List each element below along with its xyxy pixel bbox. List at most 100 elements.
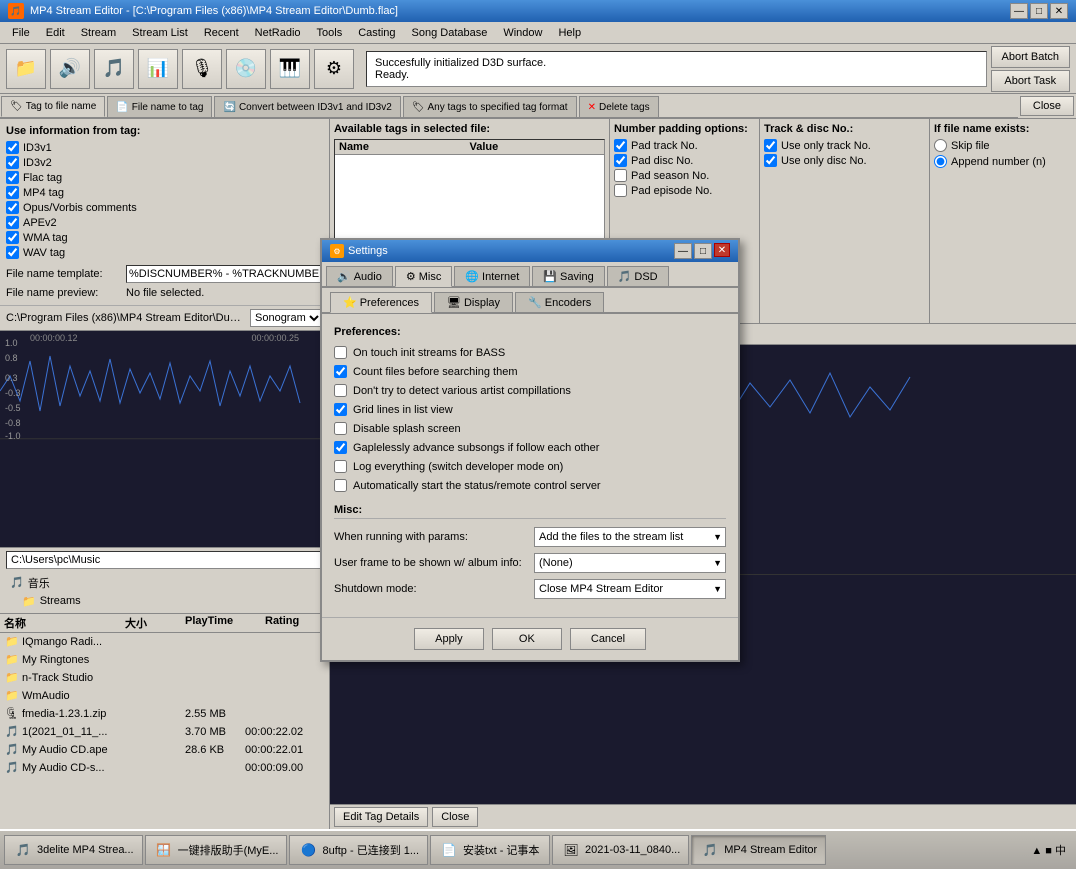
tree-item-streams[interactable]: 📁Streams: [6, 593, 323, 610]
file-row-audio1[interactable]: 🎵1(2021_01_11_...3.70 MB00:00:22.02: [0, 723, 329, 741]
params-select[interactable]: Add the files to the stream list Open fi…: [534, 527, 726, 547]
toolbar-btn-8[interactable]: ⚙: [314, 49, 354, 89]
menu-netradio[interactable]: NetRadio: [247, 25, 309, 41]
tab-file-to-tag-label: File name to tag: [132, 102, 204, 113]
menu-stream-list[interactable]: Stream List: [124, 25, 196, 41]
menu-window[interactable]: Window: [495, 25, 550, 41]
dialog-tab-audio[interactable]: 🔊Audio: [326, 266, 393, 286]
pref-cb-7[interactable]: [334, 479, 347, 492]
toolbar-btn-7[interactable]: 🎹: [270, 49, 310, 89]
taskbar-label-screenshot: 2021-03-11_0840...: [585, 844, 680, 856]
dialog-close-button[interactable]: ✕: [714, 243, 730, 257]
toolbar-btn-3[interactable]: 🎵: [94, 49, 134, 89]
cb-pad-season[interactable]: [614, 169, 627, 182]
abort-task-button[interactable]: Abort Task: [991, 70, 1070, 92]
toolbar-btn-1[interactable]: 📁: [6, 49, 46, 89]
menu-help[interactable]: Help: [550, 25, 589, 41]
menu-file[interactable]: File: [4, 25, 38, 41]
file-row-iqmango[interactable]: 📁IQmango Radi...: [0, 633, 329, 651]
taskbar-btn-3delite[interactable]: 🎵 3delite MP4 Strea...: [4, 835, 143, 865]
shutdown-select[interactable]: Close MP4 Stream Editor Hibernate Shutdo…: [534, 579, 726, 599]
dialog-tab-saving[interactable]: 💾Saving: [532, 266, 604, 286]
dialog-tab-dsd[interactable]: 🎵DSD: [607, 266, 669, 286]
tab-convert-id3[interactable]: 🔄Convert between ID3v1 and ID3v2: [214, 96, 400, 117]
pref-cb-5[interactable]: [334, 441, 347, 454]
taskbar-btn-notepad[interactable]: 📄 安装txt - 记事本: [430, 835, 550, 865]
file-row-ntrack[interactable]: 📁n-Track Studio: [0, 669, 329, 687]
pref-cb-6[interactable]: [334, 460, 347, 473]
cb-wav-tag[interactable]: [6, 246, 19, 259]
tab-any-tags[interactable]: 🏷Any tags to specified tag format: [403, 96, 577, 117]
tree-item-music[interactable]: 🎵音乐: [6, 573, 323, 593]
file-row-fmedia[interactable]: 🗜fmedia-1.23.1.zip2.55 MB: [0, 705, 329, 723]
minimize-button[interactable]: —: [1010, 3, 1028, 19]
menu-recent[interactable]: Recent: [196, 25, 247, 41]
toolbar-btn-4[interactable]: 📊: [138, 49, 178, 89]
pref-cb-0[interactable]: [334, 346, 347, 359]
user-frame-select[interactable]: (None) Frame 1 Frame 2: [534, 553, 726, 573]
file-row-ringtones[interactable]: 📁My Ringtones: [0, 651, 329, 669]
close-button[interactable]: ✕: [1050, 3, 1068, 19]
svg-text:-0.8: -0.8: [5, 418, 21, 428]
cb-pad-track[interactable]: [614, 139, 627, 152]
cb-id3v2[interactable]: [6, 156, 19, 169]
dialog-minimize[interactable]: —: [674, 243, 692, 259]
dialog-subtab-display[interactable]: 🖥Display: [434, 292, 513, 312]
menu-casting[interactable]: Casting: [350, 25, 403, 41]
dialog-tab-internet[interactable]: 🌐Internet: [454, 266, 530, 286]
filename-template-input[interactable]: [126, 265, 323, 283]
radio-skip[interactable]: [934, 139, 947, 152]
toolbar-btn-6[interactable]: 💿: [226, 49, 266, 89]
radio-append[interactable]: [934, 155, 947, 168]
taskbar-btn-mp4stream[interactable]: 🎵 MP4 Stream Editor: [691, 835, 826, 865]
cb-flac-tag[interactable]: [6, 171, 19, 184]
taskbar-btn-screenshot[interactable]: 🖼 2021-03-11_0840...: [552, 835, 689, 865]
status-line1: Succesfully initialized D3D surface.: [375, 57, 546, 69]
cb-pad-episode[interactable]: [614, 184, 627, 197]
toolbar-btn-2[interactable]: 🔊: [50, 49, 90, 89]
dialog-title-icon: ⚙: [330, 244, 344, 258]
edit-tag-details-button[interactable]: Edit Tag Details: [334, 807, 428, 827]
close-tab-button[interactable]: Close: [1020, 96, 1074, 116]
tags-col-value: Value: [470, 141, 601, 153]
file-row-wmaudio[interactable]: 📁WmAudio: [0, 687, 329, 705]
tab-tag-to-file[interactable]: 🏷Tag to file name: [1, 96, 105, 117]
abort-batch-button[interactable]: Abort Batch: [991, 46, 1070, 68]
menu-tools[interactable]: Tools: [309, 25, 351, 41]
pref-cb-3[interactable]: [334, 403, 347, 416]
cb-mp4-tag[interactable]: [6, 186, 19, 199]
cb-use-track[interactable]: [764, 139, 777, 152]
cb-apev2[interactable]: [6, 216, 19, 229]
sonogram-select[interactable]: Sonogram: [250, 309, 323, 327]
menu-stream[interactable]: Stream: [73, 25, 124, 41]
ok-button[interactable]: OK: [492, 628, 562, 650]
prefs-title: Preferences:: [334, 326, 726, 338]
file-row-audio-cd[interactable]: 🎵My Audio CD.ape28.6 KB00:00:22.01: [0, 741, 329, 759]
toolbar-btn-5[interactable]: 🎙: [182, 49, 222, 89]
taskbar-btn-yijian[interactable]: 🪟 一键排版助手(MyE...: [145, 835, 288, 865]
cb-pad-disc[interactable]: [614, 154, 627, 167]
cb-id3v1[interactable]: [6, 141, 19, 154]
pref-cb-2[interactable]: [334, 384, 347, 397]
cb-wma-tag[interactable]: [6, 231, 19, 244]
tab-delete-tags[interactable]: ✕Delete tags: [579, 96, 659, 117]
pref-cb-1[interactable]: [334, 365, 347, 378]
tab-file-to-tag[interactable]: 📄File name to tag: [107, 96, 212, 117]
dialog-maximize[interactable]: □: [694, 243, 712, 259]
pref-cb-4[interactable]: [334, 422, 347, 435]
file-row-audio-cds[interactable]: 🎵My Audio CD-s...00:00:09.00: [0, 759, 329, 777]
taskbar-btn-8uftp[interactable]: 🔵 8uftp - 已连接到 1...: [289, 835, 428, 865]
apply-button[interactable]: Apply: [414, 628, 484, 650]
stream-close-button[interactable]: Close: [432, 807, 478, 827]
dialog-subtab-preferences[interactable]: ⭐Preferences: [330, 292, 432, 313]
cb-use-disc[interactable]: [764, 154, 777, 167]
filename-preview-label: File name preview:: [6, 287, 126, 299]
maximize-button[interactable]: □: [1030, 3, 1048, 19]
cancel-button[interactable]: Cancel: [570, 628, 646, 650]
dialog-subtab-encoders[interactable]: 🔧Encoders: [515, 292, 604, 312]
menu-song-database[interactable]: Song Database: [404, 25, 496, 41]
taskbar-label-notepad: 安装txt - 记事本: [463, 842, 539, 858]
dialog-tab-misc[interactable]: ⚙Misc: [395, 266, 452, 287]
cb-opus[interactable]: [6, 201, 19, 214]
menu-edit[interactable]: Edit: [38, 25, 73, 41]
